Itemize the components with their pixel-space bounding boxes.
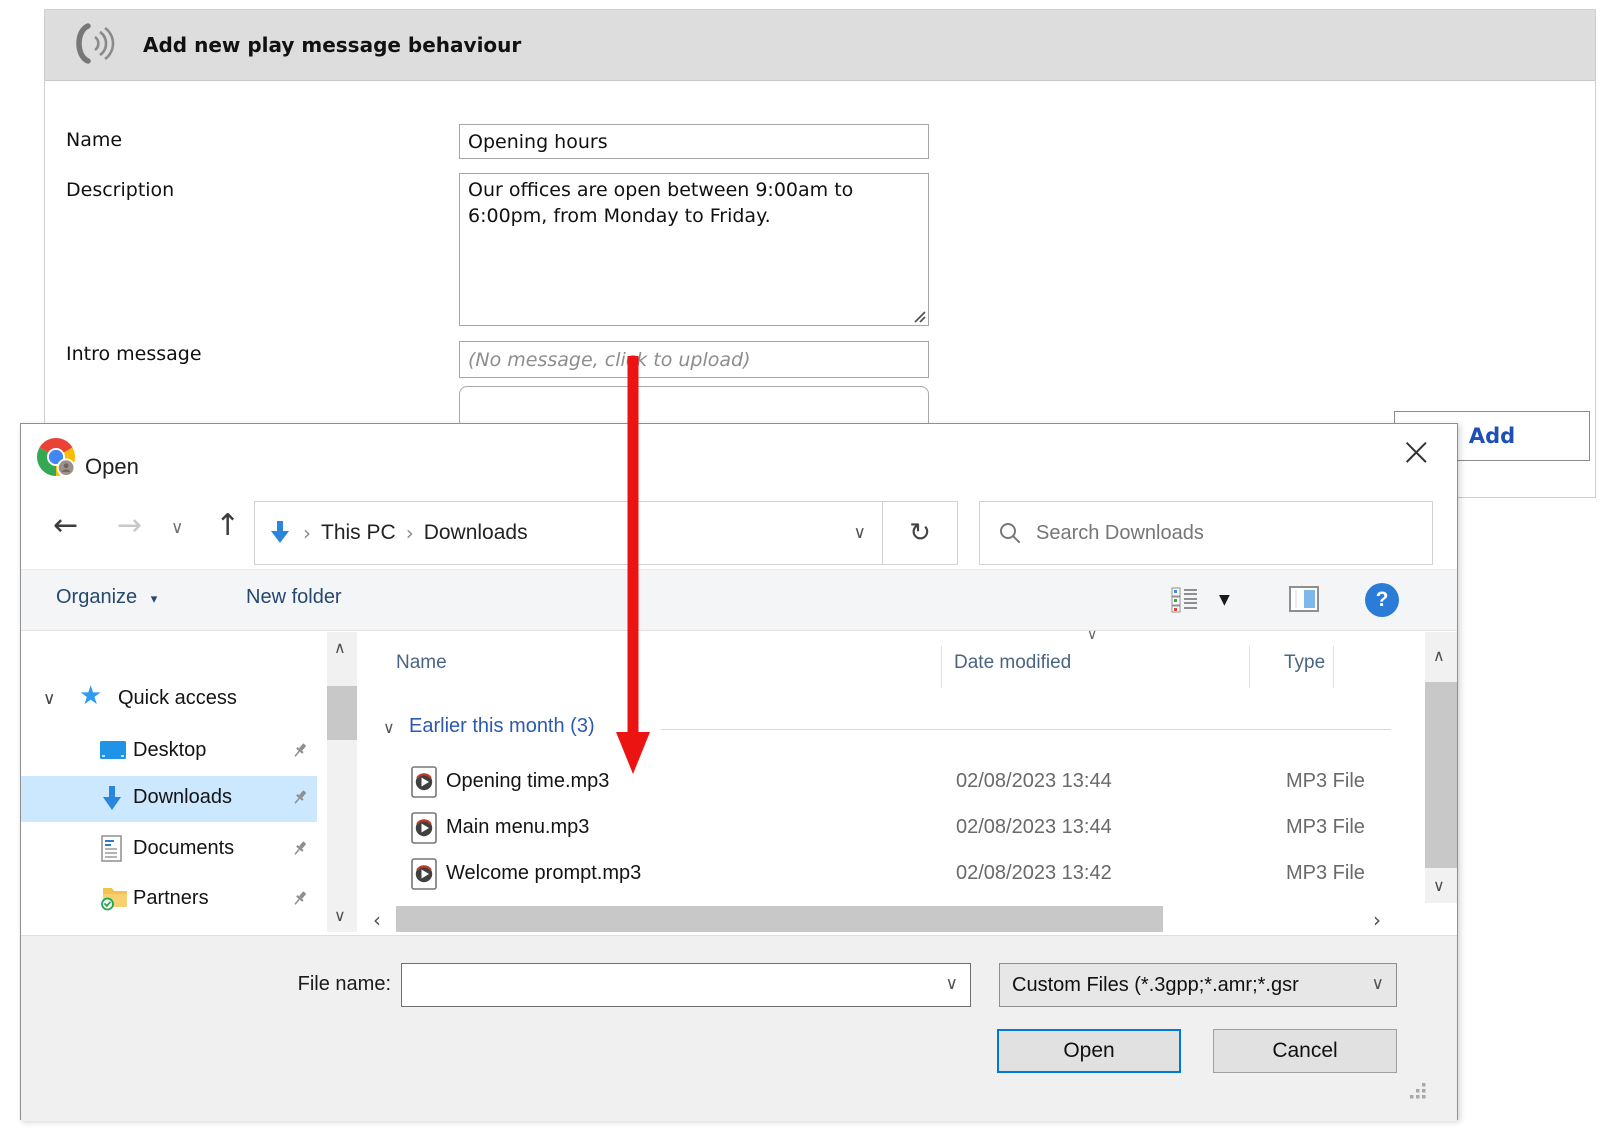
- documents-icon: [101, 835, 123, 868]
- mp3-file-icon: [411, 858, 437, 895]
- sidebar-item-label: Partners: [133, 887, 209, 910]
- list-horizontal-scroll-thumb[interactable]: [396, 906, 1163, 932]
- breadcrumb-downloads[interactable]: Downloads: [424, 521, 528, 545]
- up-icon[interactable]: ↑: [215, 508, 240, 543]
- intro-message-label: Intro message: [66, 343, 202, 365]
- desktop-icon: [99, 739, 127, 768]
- help-icon[interactable]: ?: [1365, 583, 1399, 617]
- sidebar-item-downloads[interactable]: Downloads: [21, 776, 317, 822]
- pin-icon[interactable]: [291, 742, 309, 765]
- column-header-date-modified[interactable]: Date modified: [954, 652, 1071, 674]
- organize-caret-icon: ▾: [151, 592, 158, 607]
- search-box[interactable]: [979, 501, 1433, 565]
- dialog-title: Open: [85, 454, 139, 480]
- cancel-button[interactable]: Cancel: [1213, 1029, 1397, 1073]
- name-input[interactable]: [459, 124, 929, 159]
- sidebar-item-label: Documents: [133, 837, 234, 860]
- file-row-opening-time[interactable]: Opening time.mp3 02/08/2023 13:44 MP3 Fi…: [361, 759, 1425, 805]
- column-divider[interactable]: [1249, 646, 1250, 688]
- refresh-icon: ↻: [909, 518, 931, 548]
- pin-icon[interactable]: [291, 789, 309, 812]
- sidebar-item-partners[interactable]: Partners: [21, 879, 319, 921]
- list-vertical-scroll-thumb[interactable]: [1425, 682, 1457, 868]
- open-file-dialog: Open × ← → ∨ ↑ › This PC › Downloads ∨ ↻…: [20, 423, 1458, 1120]
- view-dropdown-icon[interactable]: ▼: [1219, 592, 1230, 608]
- textarea-resize-handle-icon[interactable]: [911, 308, 927, 328]
- column-header-type[interactable]: Type: [1284, 652, 1325, 674]
- description-textarea[interactable]: Our offices are open between 9:00am to 6…: [459, 173, 929, 326]
- sidebar-item-desktop[interactable]: Desktop: [21, 731, 319, 773]
- details-view-icon[interactable]: [1171, 587, 1199, 618]
- mp3-file-icon: [411, 812, 437, 849]
- select-chevron-icon: ∨: [1372, 974, 1384, 994]
- new-folder-button[interactable]: New folder: [246, 586, 342, 609]
- address-bar[interactable]: › This PC › Downloads ∨: [254, 501, 883, 565]
- sidebar-item-label: Desktop: [133, 739, 206, 762]
- partners-folder-icon: [101, 885, 129, 916]
- close-icon[interactable]: ×: [1399, 432, 1433, 472]
- breadcrumb-chevron-icon: ›: [303, 521, 311, 545]
- file-type-select[interactable]: Custom Files (*.3gpp;*.amr;*.gsr ∨: [999, 963, 1397, 1007]
- sidebar-item-label: Quick access: [118, 687, 237, 710]
- sidebar-item-quick-access[interactable]: ∨ ★ Quick access: [21, 679, 319, 721]
- history-chevron-icon[interactable]: ∨: [171, 518, 183, 538]
- file-type-value: Custom Files (*.3gpp;*.amr;*.gsr: [1012, 974, 1299, 997]
- mp3-file-icon: [411, 766, 437, 803]
- dialog-toolbar: Organize ▾ New folder ▼: [21, 569, 1457, 631]
- group-divider-line: [661, 729, 1391, 730]
- column-header-name[interactable]: Name: [396, 652, 447, 674]
- scroll-right-icon[interactable]: ›: [1373, 908, 1381, 932]
- expand-chevron-icon[interactable]: ∨: [43, 689, 55, 709]
- group-header-label[interactable]: Earlier this month (3): [409, 715, 595, 738]
- description-label: Description: [66, 179, 174, 201]
- search-icon: [998, 521, 1022, 545]
- sidebar-scrollbar[interactable]: [327, 632, 357, 932]
- column-divider[interactable]: [941, 646, 942, 688]
- form-header: Add new play message behaviour: [45, 10, 1595, 81]
- file-name-combo[interactable]: ∨: [401, 963, 971, 1007]
- form-title: Add new play message behaviour: [143, 33, 521, 57]
- refresh-button[interactable]: ↻: [883, 501, 958, 565]
- file-name-input[interactable]: [408, 966, 938, 1004]
- forward-icon: →: [117, 508, 142, 543]
- breadcrumb-chevron-icon: ›: [406, 521, 414, 545]
- scroll-left-icon[interactable]: ‹: [373, 908, 381, 932]
- preview-pane-icon[interactable]: [1289, 586, 1319, 617]
- intro-message-upload-field[interactable]: [459, 341, 929, 378]
- chrome-logo-icon: [37, 438, 75, 481]
- search-input[interactable]: [1036, 522, 1432, 545]
- column-divider[interactable]: [1333, 646, 1334, 688]
- downloads-folder-icon: [267, 520, 293, 546]
- sidebar-item-documents[interactable]: Documents: [21, 829, 319, 871]
- quick-access-star-icon: ★: [79, 681, 102, 711]
- downloads-icon: [99, 785, 125, 818]
- pin-icon[interactable]: [291, 840, 309, 863]
- sort-indicator-icon: ∨: [1087, 627, 1097, 643]
- sidebar-scroll-thumb[interactable]: [327, 686, 357, 740]
- phone-message-icon: [67, 18, 117, 72]
- combo-chevron-icon[interactable]: ∨: [946, 974, 958, 994]
- group-collapse-icon[interactable]: ∨: [383, 718, 395, 737]
- sidebar-item-label: Downloads: [133, 786, 232, 809]
- file-row-welcome-prompt[interactable]: Welcome prompt.mp3 02/08/2023 13:42 MP3 …: [361, 851, 1425, 897]
- scroll-down-icon[interactable]: ∨: [1433, 876, 1445, 895]
- back-icon[interactable]: ←: [53, 508, 78, 543]
- name-label: Name: [66, 129, 122, 151]
- pin-icon[interactable]: [291, 890, 309, 913]
- file-row-main-menu[interactable]: Main menu.mp3 02/08/2023 13:44 MP3 File: [361, 805, 1425, 851]
- scroll-down-icon[interactable]: ∨: [334, 906, 346, 925]
- open-button[interactable]: Open: [997, 1029, 1181, 1073]
- dialog-resize-grip-icon[interactable]: [1409, 1082, 1427, 1105]
- scroll-up-icon[interactable]: ∧: [334, 638, 346, 657]
- organize-menu[interactable]: Organize ▾: [56, 586, 157, 609]
- file-name-label: File name:: [271, 973, 391, 996]
- scroll-up-icon[interactable]: ∧: [1433, 646, 1445, 665]
- address-dropdown-icon[interactable]: ∨: [854, 523, 866, 543]
- breadcrumb-this-pc[interactable]: This PC: [321, 521, 396, 545]
